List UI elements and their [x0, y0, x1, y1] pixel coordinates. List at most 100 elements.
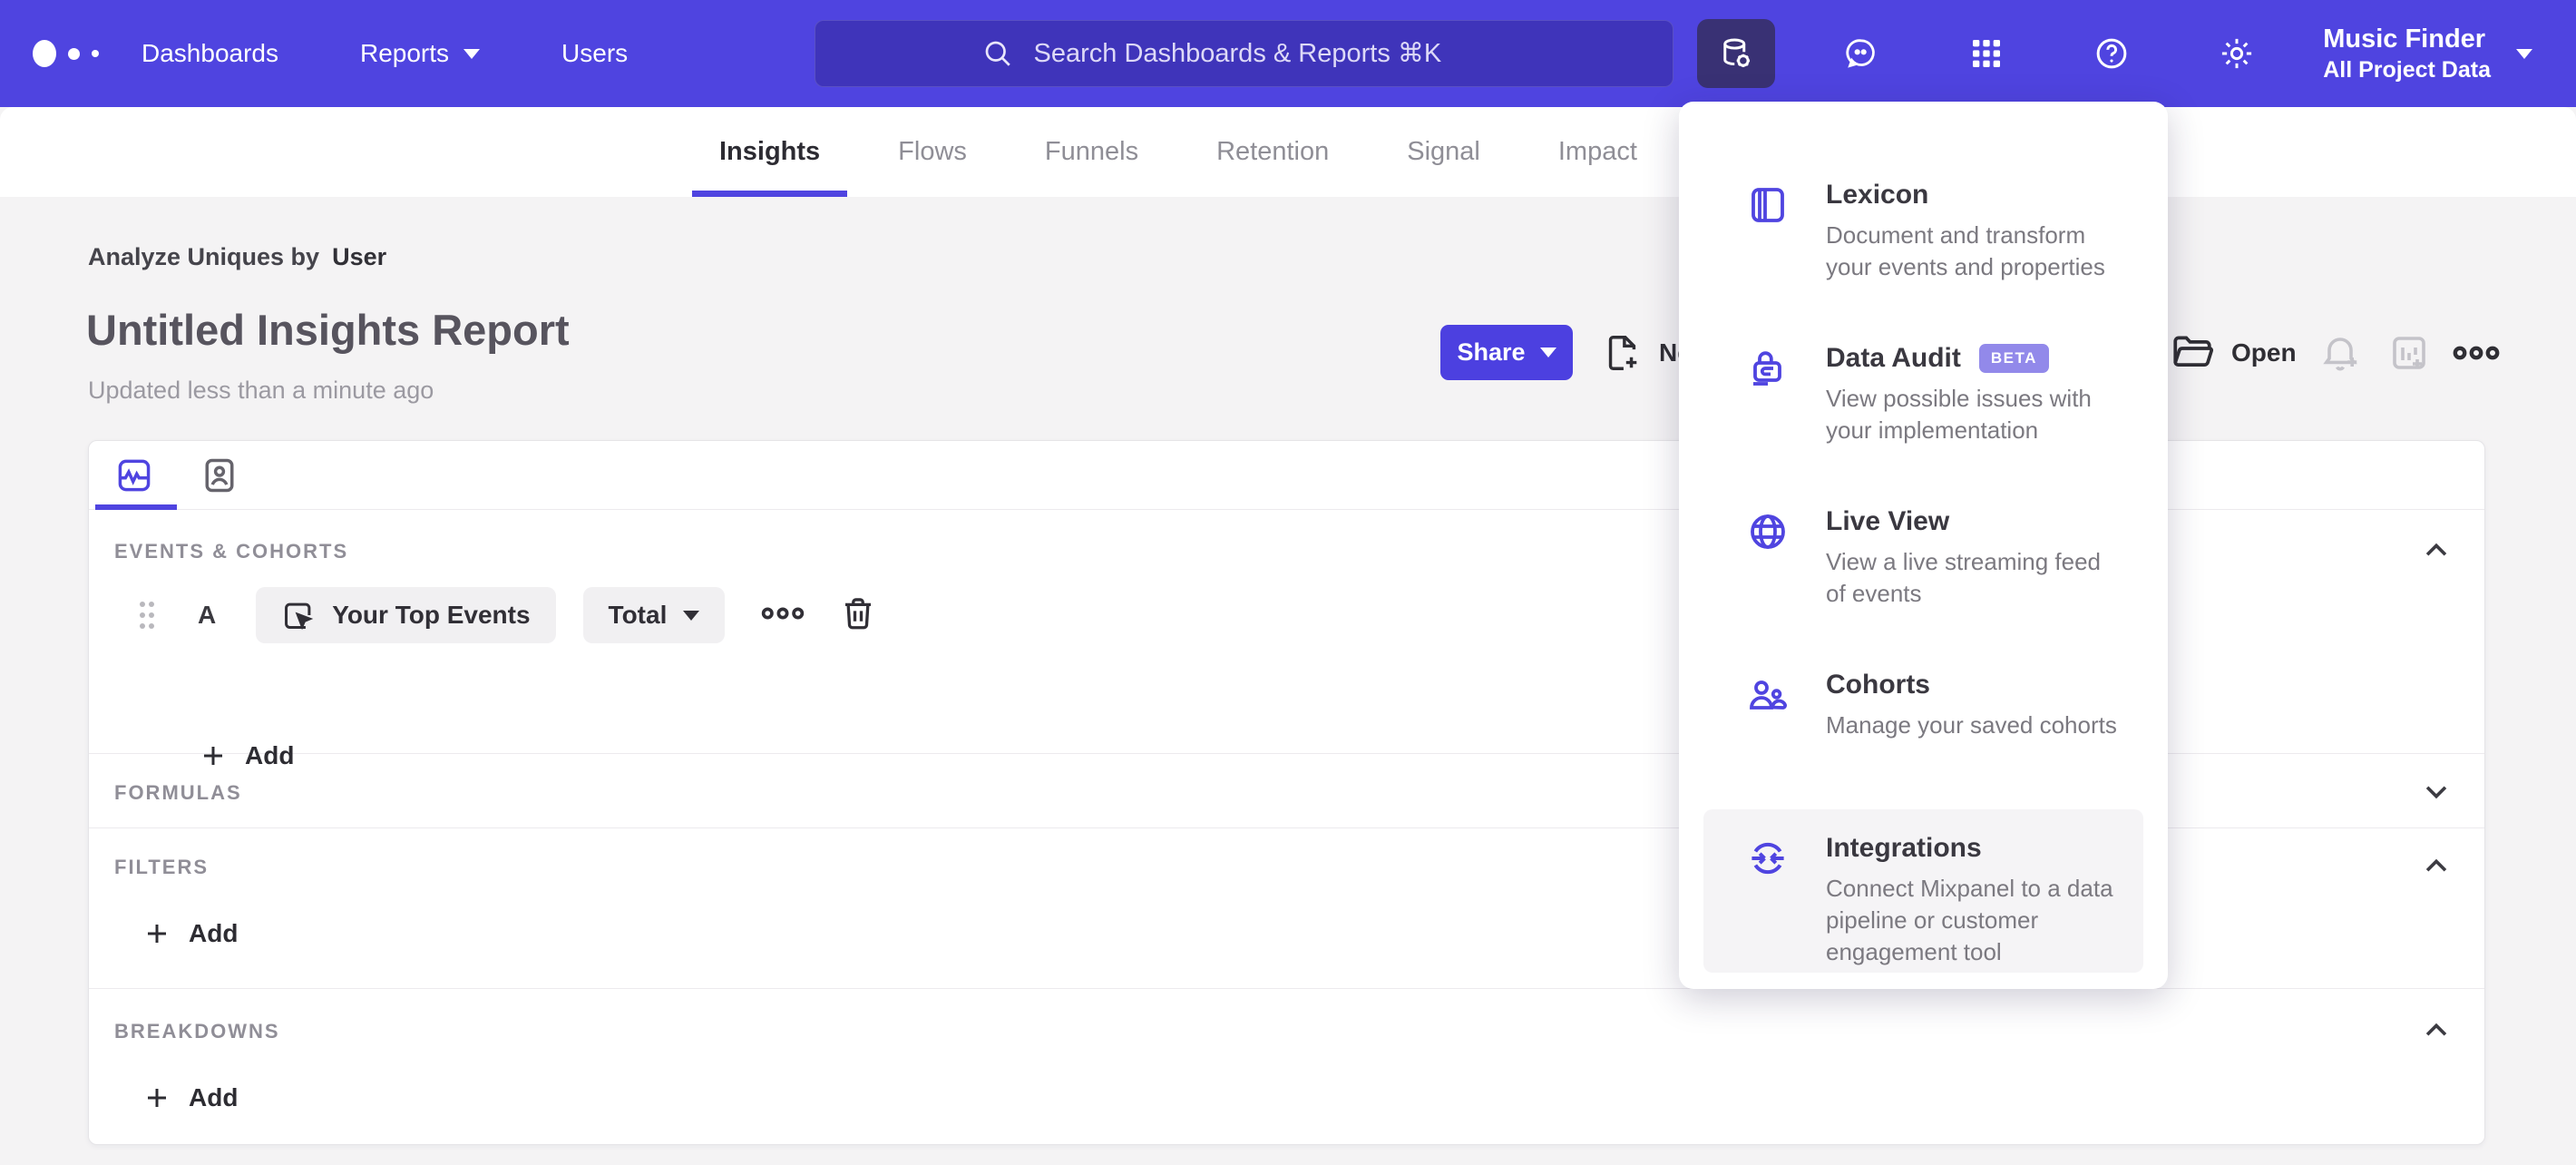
metric-value: Total [608, 601, 668, 629]
integrations-icon [1751, 842, 1784, 875]
tab-label: Impact [1557, 137, 1637, 166]
nav-menu: Dashboards Reports Users [141, 0, 628, 107]
menu-item-data-audit[interactable]: Data Audit BETA View possible issues wit… [1703, 319, 2143, 483]
chevron-down-icon [2516, 48, 2532, 59]
nav-right-cluster: Music Finder All Project Data [1697, 0, 2532, 107]
collapse-breakdowns-button[interactable] [2421, 1015, 2452, 1051]
data-audit-icon [1753, 351, 1781, 386]
analyze-label: Analyze Uniques by [88, 243, 320, 270]
collapse-filters-button[interactable] [2421, 851, 2452, 886]
nav-item-reports[interactable]: Reports [359, 39, 481, 68]
apps-grid-icon [1973, 40, 2001, 67]
metric-dropdown[interactable]: Total [582, 587, 726, 643]
menu-item-description: Manage your saved cohorts [1826, 711, 2117, 739]
event-series-letter: A [198, 601, 217, 629]
bell-plus-icon [2323, 337, 2357, 370]
menu-item-description: Document and transform your events and p… [1826, 221, 2105, 281]
insights-chart-icon [118, 459, 151, 491]
settings-button[interactable] [2198, 19, 2276, 88]
project-scope: All Project Data [2323, 56, 2491, 83]
chevron-down-icon [463, 48, 481, 59]
section-title: FORMULAS [114, 781, 242, 804]
tab-flows[interactable]: Flows [871, 107, 994, 197]
section-breakdowns: BREAKDOWNS Add [89, 989, 2484, 1147]
event-name: Your Top Events [332, 601, 531, 629]
menu-item-cohorts[interactable]: Cohorts Manage your saved cohorts [1703, 646, 2143, 809]
tab-retention[interactable]: Retention [1189, 107, 1356, 197]
search-input[interactable] [1031, 37, 1508, 70]
mixpanel-app: Dashboards Reports Users Search Dashboar… [0, 0, 2576, 1165]
share-button-label: Share [1457, 338, 1526, 366]
collapse-events-button[interactable] [2421, 535, 2452, 571]
report-tabs: Insights Flows Funnels Retention Signal … [692, 107, 1664, 197]
mixpanel-dots-logo[interactable] [33, 0, 99, 107]
tab-insights[interactable]: Insights [692, 107, 848, 197]
tab-label: Insights [719, 137, 821, 166]
tab-label: Flows [898, 137, 967, 166]
trash-icon [845, 597, 872, 629]
page-title[interactable]: Untitled Insights Report [86, 305, 570, 355]
tab-impact[interactable]: Impact [1531, 107, 1664, 197]
open-folder-icon [2173, 335, 2213, 367]
data-management-dropdown: Lexicon Document and transform your even… [1679, 102, 2168, 989]
beta-badge: BETA [1978, 344, 2049, 373]
menu-item-title: Cohorts [1826, 670, 1930, 700]
create-alert-button[interactable] [2318, 325, 2362, 380]
open-report-label: Open [2231, 338, 2297, 367]
nav-item-dashboards[interactable]: Dashboards [141, 39, 278, 68]
top-nav: Dashboards Reports Users Search Dashboar… [0, 0, 2576, 107]
logo-dot-small [92, 50, 99, 57]
data-management-button[interactable] [1697, 19, 1776, 88]
analyze-value[interactable]: User [332, 243, 386, 270]
chevron-up-icon [2425, 1023, 2447, 1036]
menu-item-lexicon[interactable]: Lexicon Document and transform your even… [1703, 156, 2143, 319]
menu-item-live-view[interactable]: Live View View a live streaming feed of … [1703, 483, 2143, 646]
nav-item-users[interactable]: Users [561, 39, 628, 68]
expand-formulas-button[interactable] [2421, 776, 2452, 811]
settings-icon [2222, 38, 2252, 69]
feedback-button[interactable] [1822, 19, 1900, 88]
add-breakdown-button[interactable]: Add [143, 1083, 238, 1112]
cohorts-icon [1750, 680, 1787, 710]
project-name: Music Finder [2323, 24, 2486, 54]
logo-dot-large [33, 40, 56, 67]
help-button[interactable] [2073, 19, 2151, 88]
event-more-options-button[interactable] [759, 590, 806, 641]
tab-label: Signal [1407, 137, 1480, 166]
menu-item-description: View possible issues with your implement… [1826, 385, 2092, 445]
nav-item-label: Dashboards [141, 39, 278, 67]
open-report-button[interactable]: Open [2170, 325, 2297, 380]
drag-handle-icon[interactable] [136, 597, 158, 633]
tab-profiles-analysis[interactable] [200, 455, 239, 495]
menu-item-title: Live View [1826, 506, 1950, 536]
nav-item-label: Users [561, 39, 629, 67]
menu-item-title: Data Audit [1826, 343, 1961, 373]
add-filter-button[interactable]: Add [143, 919, 238, 948]
tab-label: Retention [1216, 137, 1330, 166]
add-to-board-button[interactable] [2387, 325, 2431, 380]
menu-item-title: Integrations [1826, 833, 1982, 863]
section-title: EVENTS & COHORTS [114, 540, 349, 563]
tab-funnels[interactable]: Funnels [1018, 107, 1166, 197]
help-icon [2096, 38, 2127, 69]
tab-signal[interactable]: Signal [1380, 107, 1508, 197]
tab-events-analysis[interactable] [95, 455, 177, 510]
chevron-down-icon [2425, 786, 2447, 799]
analyze-breadcrumb: Analyze Uniques by User [88, 243, 386, 271]
board-plus-icon [2393, 336, 2425, 369]
menu-item-title: Lexicon [1826, 180, 1929, 210]
delete-event-button[interactable] [839, 594, 877, 637]
share-button[interactable]: Share [1440, 325, 1573, 380]
nav-item-label: Reports [359, 39, 450, 67]
project-switcher[interactable]: Music Finder All Project Data [2323, 23, 2532, 84]
global-search[interactable] [815, 20, 1673, 87]
apps-grid-button[interactable] [1947, 19, 2025, 88]
add-filter-label: Add [189, 919, 239, 947]
section-title: BREAKDOWNS [114, 1020, 280, 1043]
chevron-down-icon [1539, 348, 1556, 357]
data-management-icon [1723, 38, 1751, 68]
menu-item-integrations[interactable]: Integrations Connect Mixpanel to a data … [1703, 809, 2143, 973]
event-selector-button[interactable]: Your Top Events [256, 587, 556, 643]
more-options-button[interactable] [2451, 325, 2502, 380]
tab-label: Funnels [1044, 137, 1139, 166]
